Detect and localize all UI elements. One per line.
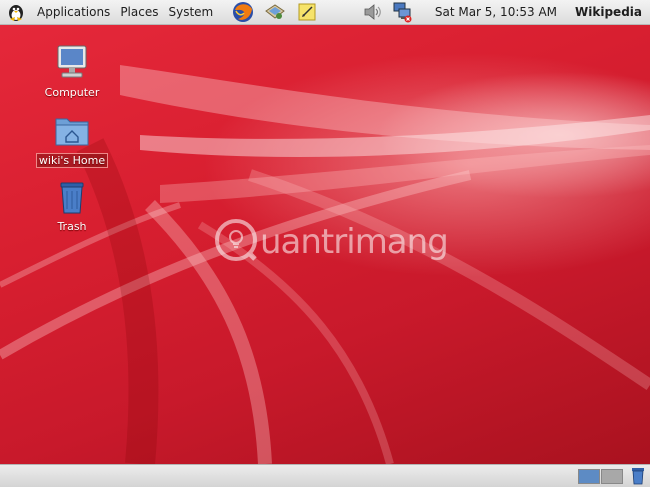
home-folder-icon xyxy=(52,111,92,151)
watermark-logo-icon xyxy=(214,218,258,266)
volume-icon[interactable] xyxy=(361,1,383,23)
trash-icon xyxy=(52,177,92,217)
desktop-icon-computer[interactable]: Computer xyxy=(27,43,117,99)
notes-icon[interactable] xyxy=(296,1,318,23)
computer-icon xyxy=(52,43,92,83)
workspace-switcher-2[interactable] xyxy=(601,469,623,484)
user-name[interactable]: Wikipedia xyxy=(575,5,642,19)
menu-system[interactable]: System xyxy=(163,0,218,25)
trash-applet-icon[interactable] xyxy=(630,467,646,485)
desktop-icon-trash[interactable]: Trash xyxy=(27,177,117,233)
firefox-icon[interactable] xyxy=(232,1,254,23)
desktop-icon-home[interactable]: wiki's Home xyxy=(27,111,117,168)
distro-logo-icon[interactable] xyxy=(6,2,26,22)
menu-places[interactable]: Places xyxy=(115,0,163,25)
mail-icon[interactable] xyxy=(264,1,286,23)
clock[interactable]: Sat Mar 5, 10:53 AM xyxy=(435,5,557,19)
bottom-panel xyxy=(0,464,650,487)
watermark: uantrimang xyxy=(214,218,449,266)
network-icon[interactable] xyxy=(391,1,413,23)
workspace-switcher-1[interactable] xyxy=(578,469,600,484)
watermark-text: uantrimang xyxy=(260,222,449,262)
menu-applications[interactable]: Applications xyxy=(32,0,115,25)
top-panel: Applications Places System Sat Mar 5, 10… xyxy=(0,0,650,25)
desktop-icon-label: wiki's Home xyxy=(35,153,109,168)
desktop-icon-label: Computer xyxy=(44,86,100,99)
desktop-wallpaper[interactable]: Computer wiki's Home Trash uantrimang xyxy=(0,25,650,464)
desktop-icon-label: Trash xyxy=(57,220,87,233)
